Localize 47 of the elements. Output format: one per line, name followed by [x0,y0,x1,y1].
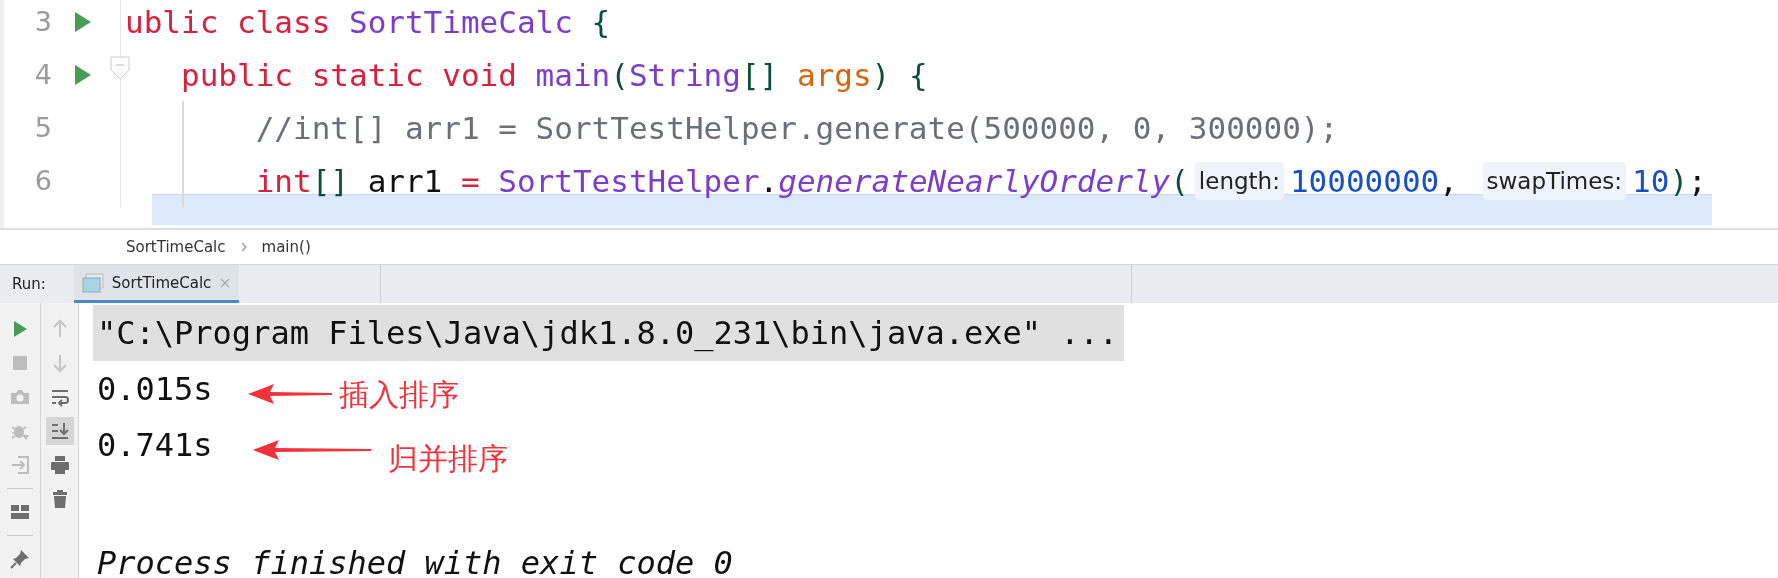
console-output: 0.015s [97,369,213,410]
code-identifier: String [628,56,741,93]
annotation-label: 归并排序 [388,440,508,478]
code-punctuation: ) { [871,56,928,93]
code-text: . [759,162,779,199]
line-number: 5 [33,112,52,143]
run-label: Run: [12,275,46,293]
code-comment: //int[] arr1 = SortTestHelper.generate(500000, 0, 300000); [254,109,1339,146]
code-keyword: = [460,162,481,199]
window-icon [81,272,104,293]
code-identifier: main [535,56,611,93]
breadcrumb[interactable]: SortTimeCalc [126,238,226,256]
arrow-icon [248,383,332,405]
code-number: 10000000 [1289,162,1440,199]
parameter-hint: swapTimes: [1482,161,1627,200]
code-parameter: args [796,56,872,93]
line-number: 6 [33,165,52,196]
code-keyword: ublic class [125,3,332,40]
code-punctuation: { [590,3,611,40]
code-punctuation: ( [610,56,629,93]
scroll-end-icon[interactable] [45,417,74,445]
run-icon[interactable] [74,63,92,86]
arrow-icon [253,439,371,461]
code-method: generateNearlyOrderly [778,162,1171,199]
code-text: ; [1688,162,1707,199]
code-punctuation: [] [740,56,780,93]
annotation-label: 插入排序 [339,376,459,414]
code-text: , [1439,162,1459,199]
line-number: 4 [33,59,52,90]
close-icon[interactable] [219,276,232,289]
code-punctuation: ) [1669,162,1689,199]
parameter-hint: length: [1194,161,1284,200]
code-keyword: int [254,162,312,199]
line-number: 3 [33,6,52,37]
code-identifier: SortTimeCalc [348,3,573,40]
code-punctuation: [] [311,162,349,199]
code-text: arr1 [366,162,444,199]
run-tab[interactable]: SortTimeCalc [73,265,240,303]
chevron-icon [239,241,248,253]
run-icon[interactable] [74,10,92,33]
console-output: 0.741s [97,425,213,466]
code-number: 10 [1632,162,1670,199]
code-identifier: SortTestHelper [498,162,760,199]
breadcrumb[interactable]: main() [261,238,311,256]
code-punctuation: ( [1170,162,1189,199]
exit-message: Process finished with exit code 0 [97,543,733,578]
code-keyword: public static void [180,56,518,93]
